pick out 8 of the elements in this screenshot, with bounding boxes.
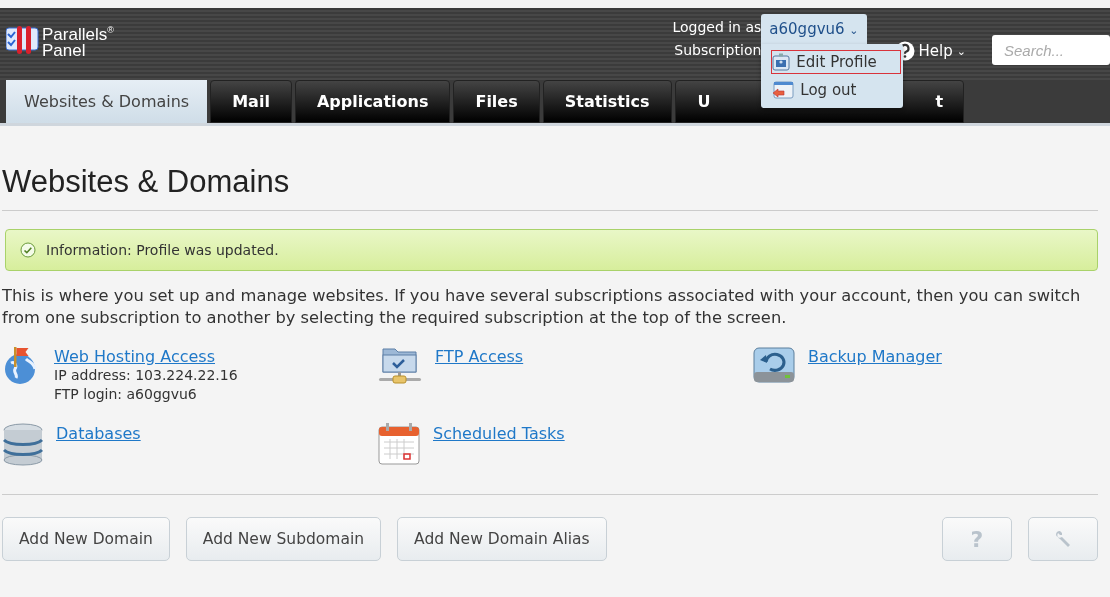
tool-detail: IP address: 103.224.22.16: [54, 366, 238, 385]
info-message-text: Information: Profile was updated.: [46, 242, 279, 258]
tool-detail: FTP login: a60ggvu6: [54, 385, 198, 404]
subscription-label: Subscription: [674, 41, 762, 60]
page-title: Websites & Domains: [2, 164, 1098, 211]
logged-in-label: Logged in as: [672, 18, 762, 37]
logo-text: Parallels$^{®}$ Panel: [42, 23, 114, 59]
description-text: This is where you set up and manage websites. If you have several subscriptions associated with your account, then you can switch from one subscription to another by selecting the required subscription at the top of the screen.: [2, 285, 1082, 329]
